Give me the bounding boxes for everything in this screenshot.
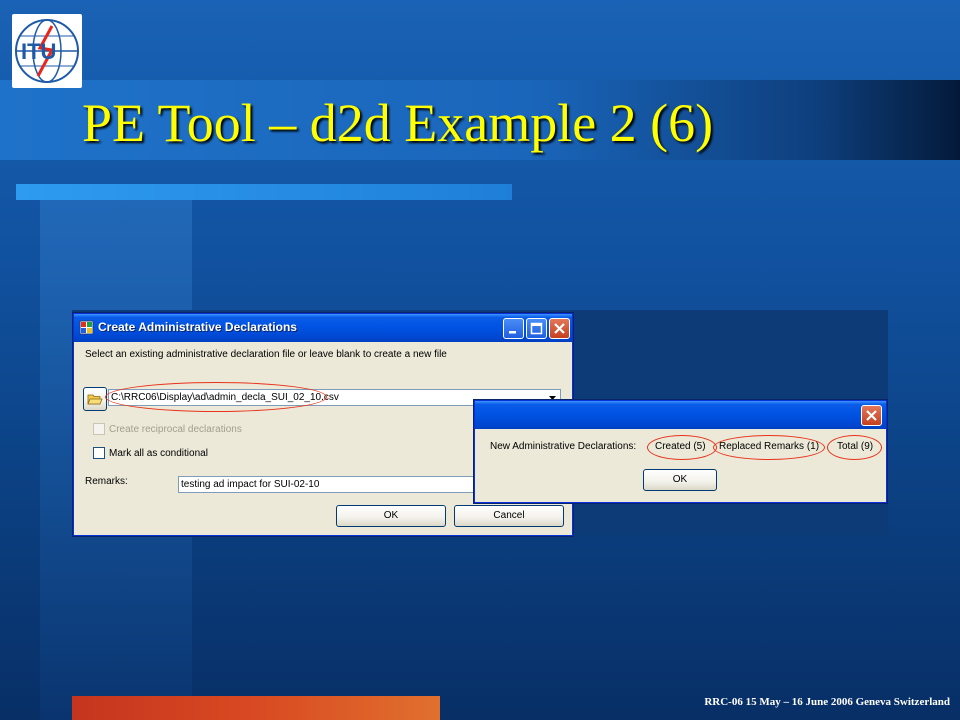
app-icon: [79, 320, 94, 335]
bottom-accent-bar: [72, 696, 440, 720]
result-close-button[interactable]: [861, 405, 882, 426]
window-titlebar[interactable]: Create Administrative Declarations: [74, 314, 572, 342]
remarks-value: testing ad impact for SUI-02-10: [181, 479, 320, 490]
window-title: Create Administrative Declarations: [98, 320, 297, 334]
replaced-highlight-oval: [713, 435, 825, 460]
result-titlebar[interactable]: [475, 401, 886, 429]
reciprocal-checkbox[interactable]: [93, 423, 105, 435]
minimize-icon: [509, 331, 516, 334]
reciprocal-label: Create reciprocal declarations: [109, 424, 242, 435]
remarks-label: Remarks:: [85, 476, 128, 487]
close-icon: [866, 410, 877, 421]
conditional-checkbox[interactable]: [93, 447, 105, 459]
highlight-oval: [105, 382, 327, 412]
created-highlight-oval: [647, 435, 717, 460]
slide: ITU PE Tool – d2d Example 2 (6) Create A…: [0, 0, 960, 720]
logo-text: ITU: [21, 39, 56, 64]
open-folder-icon: [87, 394, 103, 405]
ok-button[interactable]: OK: [336, 505, 446, 527]
maximize-button[interactable]: [526, 318, 547, 339]
browse-button[interactable]: [83, 387, 107, 411]
result-ok-button[interactable]: OK: [643, 469, 717, 491]
close-icon: [554, 323, 565, 334]
footer-text: RRC-06 15 May – 16 June 2006 Geneva Swit…: [704, 696, 950, 708]
result-dialog: New Administrative Declarations: Created…: [474, 400, 887, 503]
conditional-label: Mark all as conditional: [109, 448, 208, 459]
cancel-button[interactable]: Cancel: [454, 505, 564, 527]
remarks-input[interactable]: testing ad impact for SUI-02-10: [178, 476, 478, 493]
total-highlight-oval: [827, 435, 882, 460]
itu-logo: ITU: [12, 14, 82, 88]
slide-title: PE Tool – d2d Example 2 (6): [82, 93, 714, 153]
accent-bar: [16, 184, 512, 200]
summary-label: New Administrative Declarations:: [490, 441, 637, 452]
maximize-icon: [530, 322, 543, 335]
close-button[interactable]: [549, 318, 570, 339]
minimize-button[interactable]: [503, 318, 524, 339]
instruction-text: Select an existing administrative declar…: [85, 349, 447, 360]
